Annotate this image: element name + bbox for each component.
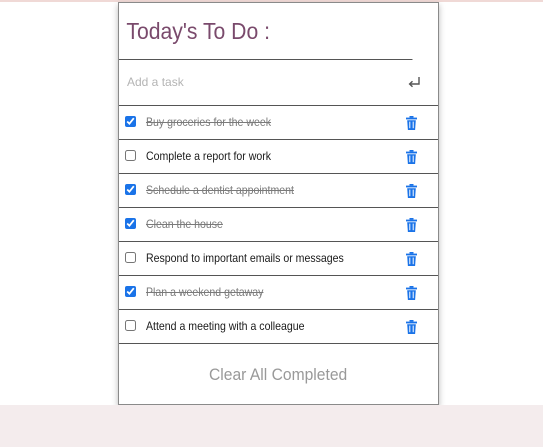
task-label: Plan a weekend getaway (146, 285, 264, 299)
add-task-input[interactable] (127, 70, 387, 94)
task-label: Respond to important emails or messages (146, 251, 344, 265)
page-title: Today's To Do : (119, 3, 413, 60)
task-row: Clean the house (119, 208, 438, 242)
task-label: Complete a report for work (146, 149, 272, 163)
trash-icon[interactable] (406, 116, 417, 130)
task-checkbox[interactable] (125, 116, 136, 127)
enter-return-icon[interactable] (405, 73, 423, 91)
task-checkbox[interactable] (125, 252, 136, 263)
task-checkbox[interactable] (125, 218, 136, 229)
clear-completed-button[interactable]: Clear All Completed (119, 344, 438, 406)
page-footer-band (0, 405, 543, 447)
task-row: Plan a weekend getaway (119, 276, 438, 310)
task-list: Buy groceries for the week Complete a re… (119, 106, 438, 344)
task-checkbox[interactable] (125, 184, 136, 195)
task-row: Schedule a dentist appointment (119, 174, 438, 208)
todo-card: Today's To Do : Buy groceries for the we… (118, 2, 439, 405)
trash-icon[interactable] (406, 218, 417, 232)
trash-icon[interactable] (406, 252, 417, 266)
clear-completed-label: Clear All Completed (209, 365, 348, 384)
task-checkbox[interactable] (125, 150, 136, 161)
trash-icon[interactable] (406, 286, 417, 300)
task-label: Clean the house (146, 217, 223, 231)
task-checkbox[interactable] (125, 320, 136, 331)
task-row: Complete a report for work (119, 140, 438, 174)
task-row: Attend a meeting with a colleague (119, 310, 438, 344)
task-row: Buy groceries for the week (119, 106, 438, 140)
task-label: Schedule a dentist appointment (146, 183, 294, 197)
task-label: Attend a meeting with a colleague (146, 319, 305, 333)
task-label: Buy groceries for the week (146, 115, 272, 129)
trash-icon[interactable] (406, 150, 417, 164)
task-checkbox[interactable] (125, 286, 136, 297)
task-row: Respond to important emails or messages (119, 242, 438, 276)
trash-icon[interactable] (406, 184, 417, 198)
add-task-row (119, 60, 438, 106)
trash-icon[interactable] (406, 320, 417, 334)
